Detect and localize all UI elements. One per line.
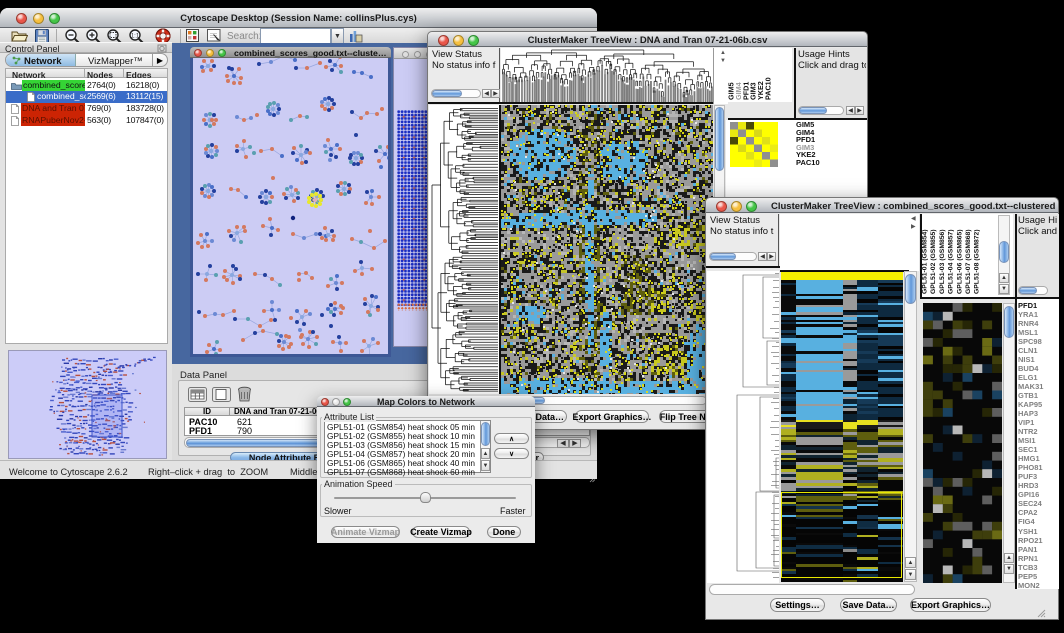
svg-text:PAC10: PAC10 <box>764 77 773 100</box>
svg-text:GPL51-06 (GSM865): GPL51-06 (GSM865) <box>956 229 963 294</box>
svg-text:GPL51-07 (GSM868): GPL51-07 (GSM868) <box>965 229 972 294</box>
svg-text:GPL51-04 (GSM857): GPL51-04 (GSM857) <box>948 229 955 294</box>
svg-text:1:1: 1:1 <box>131 34 140 40</box>
svg-text:GPL51-03 (GSM856): GPL51-03 (GSM856) <box>939 229 946 294</box>
svg-text:GPL51-01 (GSM854): GPL51-01 (GSM854) <box>922 229 929 294</box>
svg-text:GPL51-08 (GSM872): GPL51-08 (GSM872) <box>974 229 981 294</box>
svg-text:GPL51-02 (GSM855): GPL51-02 (GSM855) <box>930 229 937 294</box>
